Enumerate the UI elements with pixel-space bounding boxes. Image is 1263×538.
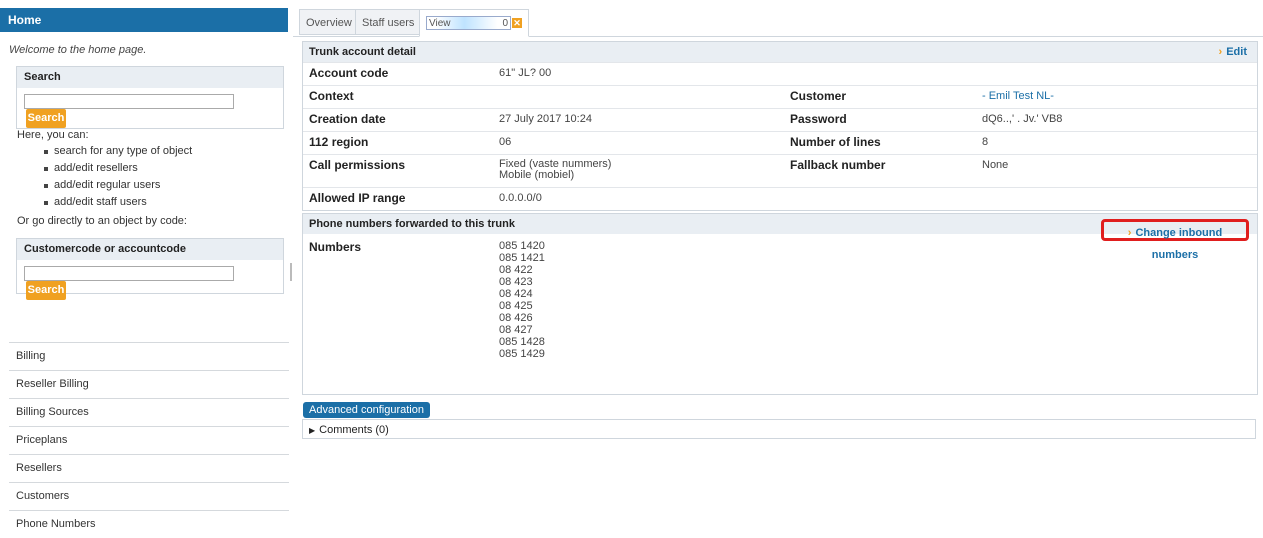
row-context: Context Customer - Emil Test NL-: [303, 85, 1257, 108]
number-item: 08 425: [499, 300, 533, 312]
number-item: 085 1429: [499, 348, 545, 360]
lines-value: 8: [982, 136, 989, 148]
sidebar-home-header[interactable]: Home: [0, 8, 288, 32]
call-permissions-label: Call permissions: [309, 158, 406, 172]
sidebar-item-billing[interactable]: Billing: [9, 342, 289, 370]
search-panel: Search Search: [16, 66, 284, 129]
creation-date-value: 27 July 2017 10:24: [499, 113, 592, 125]
sidebar-item-resellers[interactable]: Resellers: [9, 454, 289, 482]
capability-item: add/edit regular users: [42, 177, 192, 194]
context-label: Context: [309, 89, 354, 103]
main-content: Overview Staff users View 0 ✕ Trunk accoun…: [293, 0, 1263, 527]
ip-range-label: Allowed IP range: [309, 191, 406, 205]
welcome-text: Welcome to the home page.: [9, 44, 147, 56]
forwarded-title: Phone numbers forwarded to this trunk: [309, 218, 515, 230]
number-item: 08 424: [499, 288, 533, 300]
change-inbound-numbers-link[interactable]: › Change inbound numbers: [1101, 219, 1249, 261]
search-button[interactable]: Search: [26, 109, 66, 128]
row-creation-date: Creation date 27 July 2017 10:24 Passwor…: [303, 108, 1257, 131]
call-permissions-value: Fixed (vaste nummers) Mobile (mobiel): [499, 159, 611, 181]
region-value: 06: [499, 136, 512, 148]
number-item: 085 1428: [499, 336, 545, 348]
close-icon[interactable]: ✕: [512, 18, 522, 29]
row-account-code: Account code 61" JL? 00: [303, 62, 1257, 85]
customer-link[interactable]: - Emil Test NL-: [982, 90, 1054, 102]
code-panel: Customercode or accountcode Search: [16, 238, 284, 300]
row-region: 112 region 06 Number of lines 8: [303, 131, 1257, 154]
here-intro: Here, you can:: [17, 129, 89, 141]
fallback-label: Fallback number: [790, 158, 886, 172]
sidebar-nav: Billing Reseller Billing Billing Sources…: [9, 342, 289, 538]
sidebar-item-reseller-billing[interactable]: Reseller Billing: [9, 370, 289, 398]
capability-item: search for any type of object: [42, 143, 192, 160]
tab-overview[interactable]: Overview: [299, 9, 359, 35]
fallback-value: None: [982, 159, 1009, 171]
capability-item: add/edit resellers: [42, 160, 192, 177]
region-label: 112 region: [309, 135, 369, 149]
permission-mobile: Mobile (mobiel): [499, 169, 575, 181]
row-ip-range: Allowed IP range 0.0.0.0/0: [303, 187, 1257, 210]
capabilities-list: search for any type of object add/edit r…: [42, 143, 192, 211]
tab-bar: Overview Staff users View 0 ✕: [293, 3, 1263, 37]
tab-view[interactable]: View 0 ✕: [419, 9, 529, 37]
trunk-detail-title: Trunk account detail: [309, 46, 416, 58]
customer-label: Customer: [790, 89, 847, 103]
number-item: 085 1421: [499, 252, 545, 264]
chevron-right-icon: ›: [1218, 46, 1223, 58]
sidebar-item-priceplans[interactable]: Priceplans: [9, 426, 289, 454]
comments-label: Comments (0): [319, 424, 389, 436]
search-input[interactable]: [24, 94, 234, 109]
code-input[interactable]: [24, 266, 234, 281]
number-item: 08 427: [499, 324, 533, 336]
capability-item: add/edit staff users: [42, 194, 192, 211]
creation-date-label: Creation date: [309, 112, 386, 126]
code-panel-title: Customercode or accountcode: [17, 239, 283, 260]
row-call-permissions: Call permissions Fixed (vaste nummers) Mo…: [303, 154, 1257, 187]
sidebar-item-customers[interactable]: Customers: [9, 482, 289, 510]
number-item: 08 423: [499, 276, 533, 288]
search-panel-title: Search: [17, 67, 283, 88]
account-code-value: 61" JL? 00: [499, 67, 552, 79]
change-inbound-label: Change inbound numbers: [1135, 227, 1223, 261]
direct-code-intro: Or go directly to an object by code:: [17, 215, 187, 227]
edit-link[interactable]: › Edit: [1219, 42, 1247, 62]
number-item: 08 422: [499, 264, 533, 276]
number-item: 085 1420: [499, 240, 545, 252]
tab-view-suffix: 0: [502, 18, 508, 30]
comments-toggle[interactable]: ▶ Comments (0): [302, 419, 1256, 439]
tab-staff-users[interactable]: Staff users: [355, 9, 422, 35]
chevron-right-icon: ›: [1127, 227, 1132, 239]
code-search-button[interactable]: Search: [26, 281, 66, 300]
caret-right-icon: ▶: [309, 426, 316, 435]
trunk-detail-header: Trunk account detail › Edit: [303, 42, 1257, 62]
tab-view-label: View 0: [426, 16, 511, 31]
numbers-label: Numbers: [309, 240, 362, 254]
sidebar-item-billing-sources[interactable]: Billing Sources: [9, 398, 289, 426]
advanced-configuration-button[interactable]: Advanced configuration: [303, 402, 430, 418]
tab-view-text: View: [429, 18, 451, 30]
number-item: 08 426: [499, 312, 533, 324]
sidebar: Home Welcome to the home page. Search Se…: [0, 0, 292, 530]
password-value: dQ6..,' . Jv.' VB8: [982, 113, 1063, 125]
trunk-detail-box: Trunk account detail › Edit Account code …: [302, 41, 1258, 211]
edit-label: Edit: [1226, 46, 1247, 58]
numbers-list: 085 1420 085 1421 08 422 08 423 08 424 0…: [499, 240, 545, 360]
ip-range-value: 0.0.0.0/0: [499, 192, 542, 204]
forwarded-numbers-box: Phone numbers forwarded to this trunk › C…: [302, 213, 1258, 395]
password-label: Password: [790, 112, 847, 126]
sidebar-resize-handle[interactable]: [290, 263, 292, 281]
sidebar-item-phone-numbers[interactable]: Phone Numbers: [9, 510, 289, 538]
account-code-label: Account code: [309, 66, 389, 80]
lines-label: Number of lines: [790, 135, 881, 149]
